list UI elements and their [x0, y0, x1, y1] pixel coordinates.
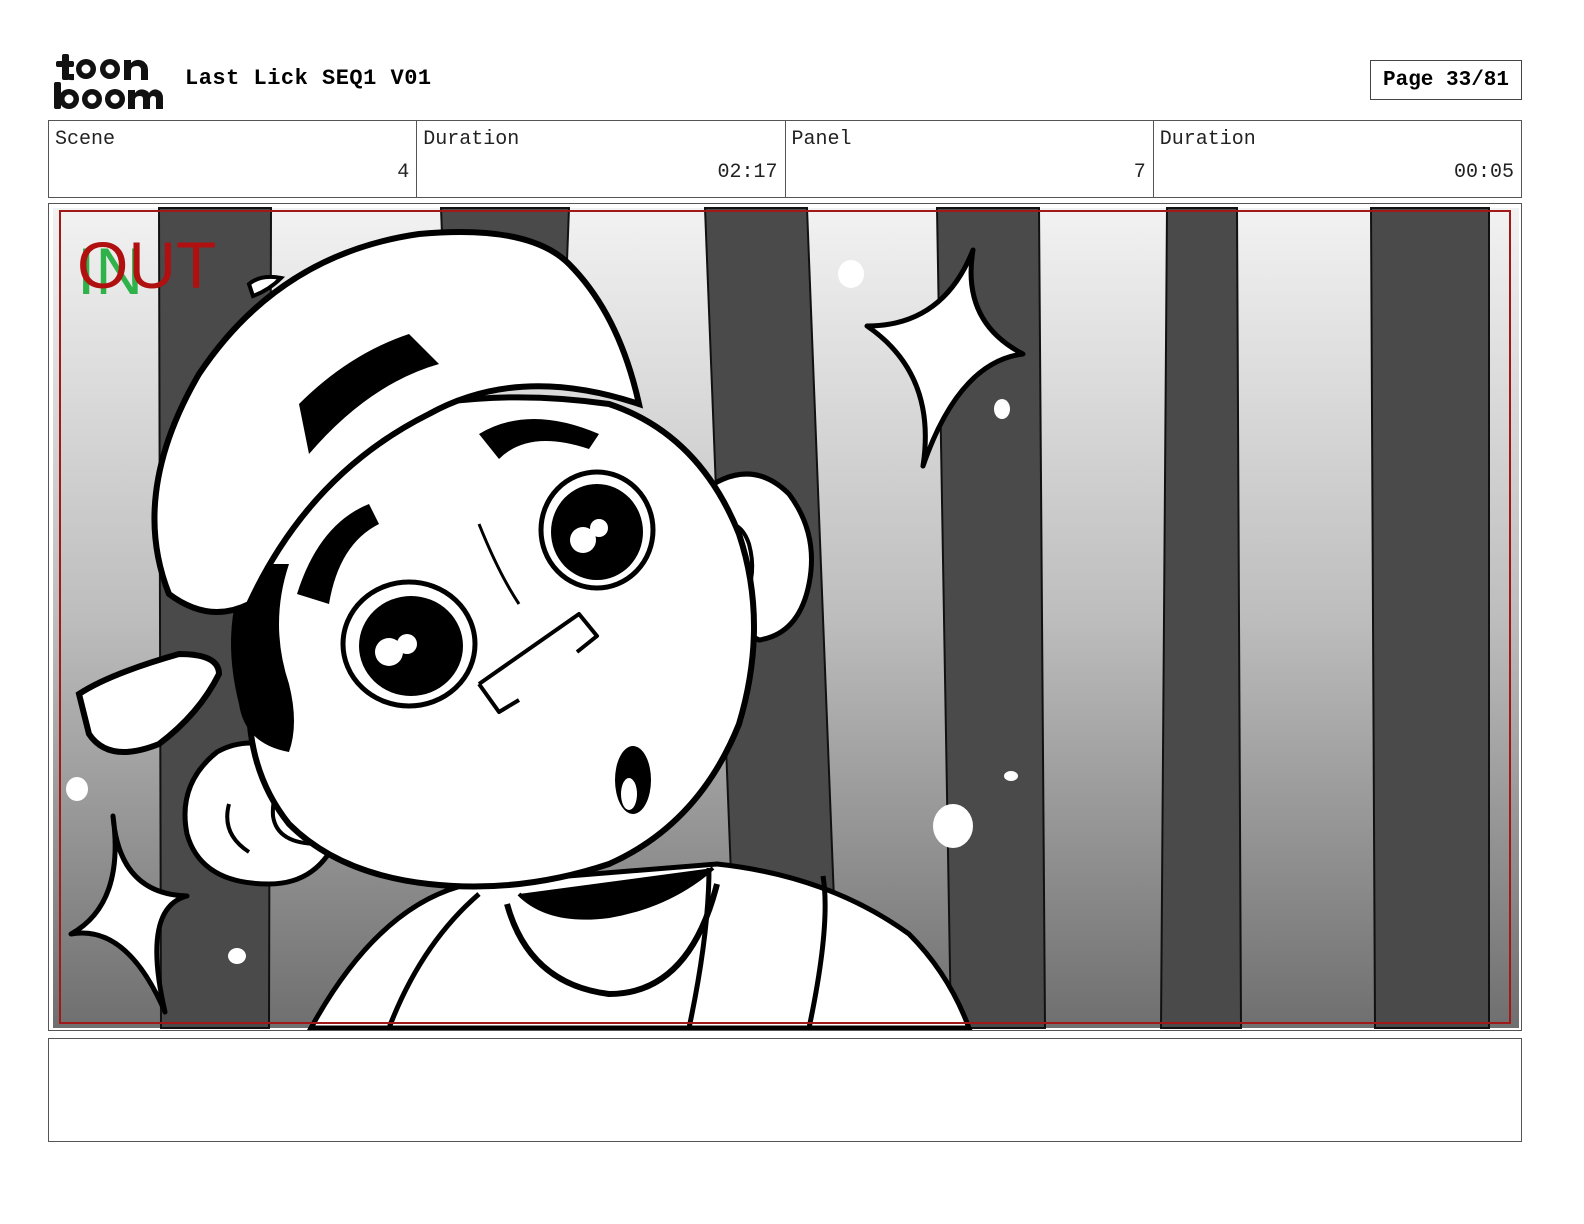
- character-mouth: [615, 746, 651, 814]
- storyboard-panel: IN OUT: [48, 203, 1522, 1031]
- panel-duration-value: 00:05: [1453, 161, 1514, 184]
- scene-info-table: Scene 4 Duration 02:17 Panel 7 Duration …: [48, 120, 1522, 198]
- scene-cell: Scene 4: [49, 121, 418, 197]
- toon-boom-logo: [54, 54, 163, 109]
- panel-duration-label: Duration: [1159, 128, 1256, 151]
- panel-value: 7: [1133, 161, 1146, 184]
- panel-duration-cell: Duration 00:05: [1154, 121, 1521, 197]
- eye-right: [538, 469, 656, 591]
- scene-label: Scene: [55, 128, 116, 151]
- scene-duration-label: Duration: [423, 128, 520, 151]
- scene-value: 4: [397, 161, 410, 184]
- out-marker: OUT: [77, 228, 217, 302]
- panel-cell: Panel 7: [786, 121, 1154, 197]
- eye-left: [340, 579, 478, 709]
- panel-label: Panel: [791, 128, 852, 151]
- panel-notes-box[interactable]: [48, 1038, 1522, 1142]
- scene-duration-value: 02:17: [717, 161, 778, 184]
- panel-drawing: [53, 207, 1519, 1030]
- scene-duration-cell: Duration 02:17: [417, 121, 786, 197]
- page-indicator: Page 33/81: [1370, 60, 1522, 100]
- document-title: Last Lick SEQ1 V01: [185, 66, 432, 91]
